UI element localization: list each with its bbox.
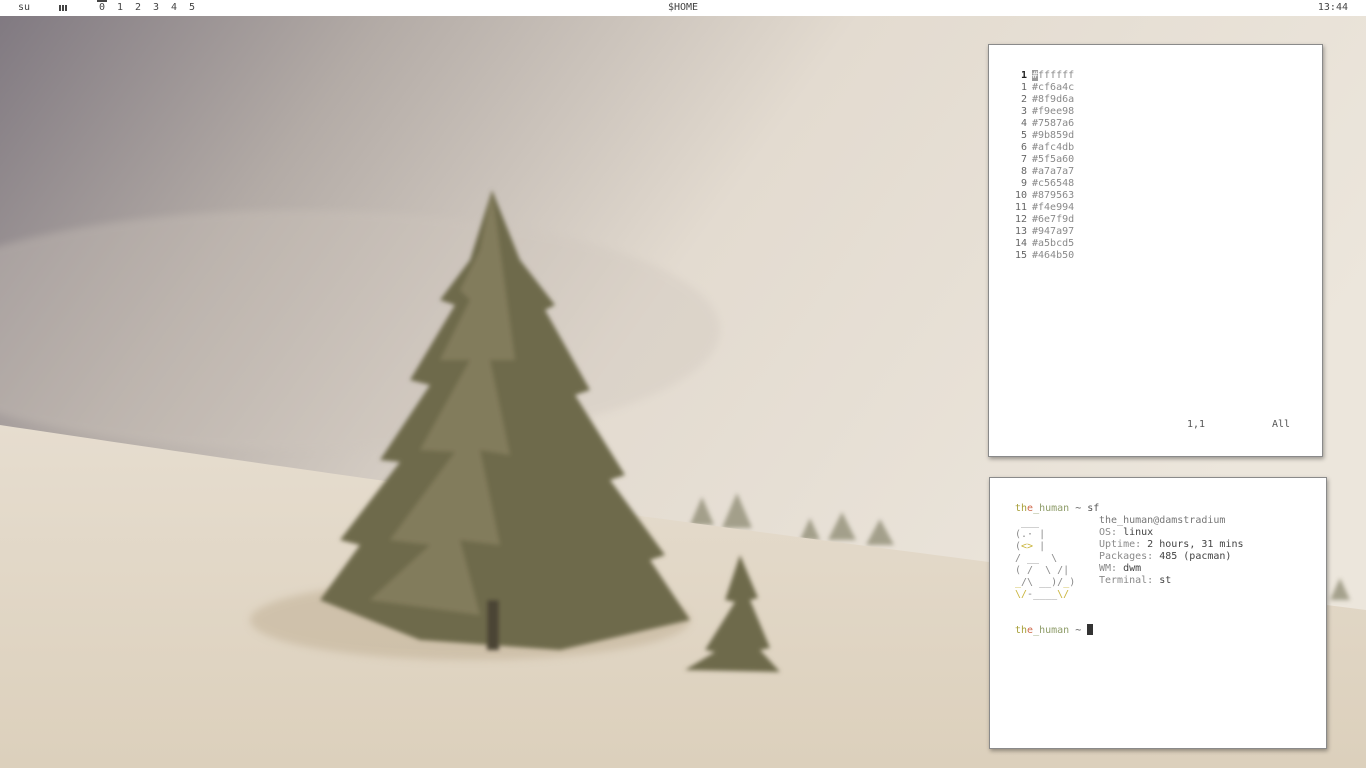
command-line: the_human ~ sf [1015, 503, 1099, 515]
vim-line[interactable]: 5 #9b859d [1001, 130, 1074, 142]
line-number: 13 [1014, 226, 1027, 237]
terminal-window[interactable]: the_human ~ sf ___ (.· | (<> | / __ \ ( … [989, 477, 1327, 749]
line-text: #464b50 [1032, 250, 1075, 261]
vim-line[interactable]: 12 #6e7f9d [1001, 214, 1074, 226]
line-text: #cf6a4c [1032, 82, 1075, 93]
vim-line[interactable]: 14 #a5bcd5 [1001, 238, 1074, 250]
line-number: 1 [1020, 82, 1027, 93]
prompt-tail: ~ [1069, 503, 1088, 514]
line-text: #f4e994 [1032, 202, 1075, 213]
line-number: 1 [1020, 70, 1027, 81]
line-text: #7587a6 [1032, 118, 1075, 129]
line-number: 2 [1020, 94, 1027, 105]
info-row-terminal: Terminal: st [1099, 575, 1172, 586]
command-text: sf [1087, 503, 1100, 514]
vim-window[interactable]: 1 #ffffff 1 #cf6a4c 2 #8f9d6a 3 #f9ee98 4 #75… [988, 44, 1323, 457]
line-text: #f9ee98 [1032, 106, 1075, 117]
clock: 13:44 [1317, 2, 1348, 13]
vim-line[interactable]: 6 #afc4db [1001, 142, 1074, 154]
info-row-os: OS: linux [1099, 527, 1154, 538]
prompt-user: the_human [1015, 625, 1070, 636]
window-title: $HOME [667, 2, 699, 13]
line-text: #a7a7a7 [1032, 166, 1075, 177]
user-host: the_human@damstradium [1099, 515, 1226, 526]
vim-buffer[interactable]: 1 #ffffff 1 #cf6a4c 2 #8f9d6a 3 #f9ee98 4 #75… [1001, 70, 1074, 262]
vim-cursor-position: 1,1 [1187, 419, 1206, 430]
command-prompt[interactable]: the_human ~ [1015, 624, 1094, 637]
line-number: 5 [1020, 130, 1027, 141]
line-number: 3 [1020, 106, 1027, 117]
line-text: #8f9d6a [1032, 94, 1075, 105]
info-row-packages: Packages: 485 (pacman) [1099, 551, 1232, 562]
vim-scroll-percent: All [1271, 419, 1290, 430]
line-number: 11 [1014, 202, 1027, 213]
prompt-tail: ~ [1069, 625, 1088, 636]
vim-line[interactable]: 9 #c56548 [1001, 178, 1074, 190]
line-text: #9b859d [1032, 130, 1075, 141]
line-text: #c56548 [1032, 178, 1075, 189]
line-text: #879563 [1032, 190, 1075, 201]
vim-line[interactable]: 13 #947a97 [1001, 226, 1074, 238]
line-text: #947a97 [1032, 226, 1075, 237]
vim-line[interactable]: 1 #cf6a4c [1001, 82, 1074, 94]
line-text: #afc4db [1032, 142, 1075, 153]
info-row-uptime: Uptime: 2 hours, 31 mins [1099, 539, 1244, 550]
vim-line[interactable]: 11 #f4e994 [1001, 202, 1074, 214]
line-text: ffffff [1038, 70, 1075, 81]
vim-line[interactable]: 3 #f9ee98 [1001, 106, 1074, 118]
vim-line[interactable]: 15 #464b50 [1001, 250, 1074, 262]
vim-line[interactable]: 8 #a7a7a7 [1001, 166, 1074, 178]
status-bar: su 0 1 2 3 4 5 $HOME 13:44 [0, 0, 1366, 16]
line-number: 7 [1020, 154, 1027, 165]
line-number: 14 [1014, 238, 1027, 249]
prompt-user: the_human [1015, 503, 1070, 514]
line-number: 10 [1014, 190, 1027, 201]
line-number: 6 [1020, 142, 1027, 153]
vim-line[interactable]: 7 #5f5a60 [1001, 154, 1074, 166]
line-number: 9 [1020, 178, 1027, 189]
terminal-cursor [1087, 624, 1094, 635]
tux-ascii-logo: ___ (.· | (<> | / __ \ ( / \ /| _/\ __)/… [1015, 517, 1076, 600]
line-number: 8 [1020, 166, 1027, 177]
vim-line[interactable]: 10 #879563 [1001, 190, 1074, 202]
system-info: the_human@damstradium OS: linux Uptime: … [1099, 515, 1244, 587]
line-number: 4 [1020, 118, 1027, 129]
vim-line[interactable]: 2 #8f9d6a [1001, 94, 1074, 106]
info-row-wm: WM: dwm [1099, 563, 1142, 574]
line-text: #5f5a60 [1032, 154, 1075, 165]
line-number: 12 [1014, 214, 1027, 225]
line-text: #6e7f9d [1032, 214, 1075, 225]
vim-line-current[interactable]: 1 #ffffff [1001, 70, 1074, 82]
line-number: 15 [1014, 250, 1027, 261]
vim-line[interactable]: 4 #7587a6 [1001, 118, 1074, 130]
line-text: #a5bcd5 [1032, 238, 1075, 249]
